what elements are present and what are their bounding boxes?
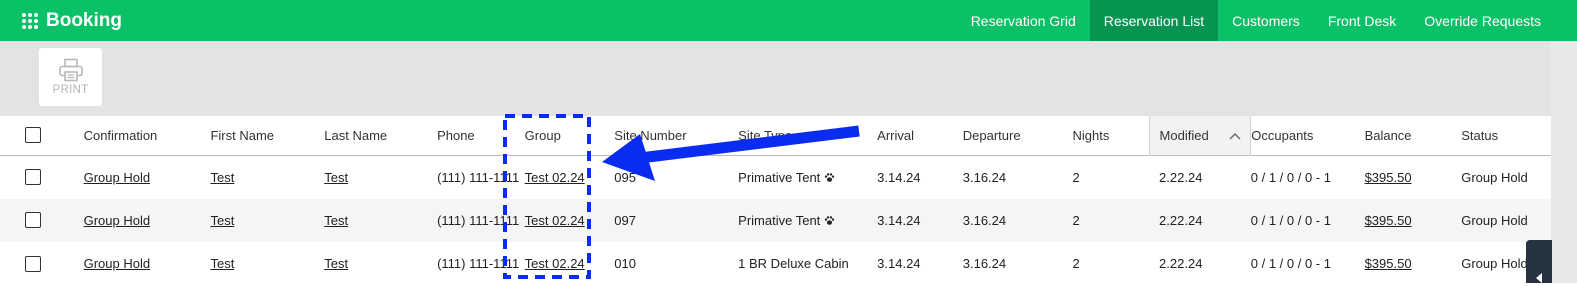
header-modified[interactable]: Modified	[1148, 116, 1252, 155]
modified-cell: 2.22.24	[1159, 169, 1203, 185]
site-type-cell: Primative Tent	[738, 155, 877, 199]
modified-cell: 2.22.24	[1159, 256, 1203, 272]
header-phone[interactable]: Phone	[437, 116, 525, 155]
table-row[interactable]: Group Hold Test Test (111) 111-1111 Test…	[0, 198, 1551, 243]
print-button[interactable]: PRINT	[39, 48, 102, 106]
arrival-cell: 3.14.24	[877, 212, 921, 228]
vertical-scrollbar[interactable]	[1551, 41, 1577, 283]
header-site-type[interactable]: Site Type	[738, 116, 877, 155]
main-nav: Reservation Grid Reservation List Custom…	[957, 0, 1555, 41]
select-all-cell	[0, 116, 84, 155]
last-name-link[interactable]: Test	[324, 256, 348, 271]
row-checkbox[interactable]	[25, 255, 41, 272]
nights-cell: 2	[1072, 256, 1080, 272]
arrival-cell: 3.14.24	[877, 169, 921, 185]
group-link[interactable]: Test 02.24	[525, 213, 585, 228]
phone-cell: (111) 111-1111	[437, 256, 520, 272]
balance-link[interactable]: $395.50	[1365, 170, 1412, 185]
apps-grid-icon[interactable]	[22, 12, 38, 29]
select-all-checkbox[interactable]	[25, 127, 41, 144]
app-title: Booking	[46, 9, 122, 31]
paw-icon	[825, 172, 835, 182]
nav-reservation-grid[interactable]: Reservation Grid	[957, 0, 1090, 41]
confirmation-link[interactable]: Group Hold	[84, 213, 150, 228]
confirmation-link[interactable]: Group Hold	[84, 170, 150, 185]
balance-link[interactable]: $395.50	[1365, 213, 1412, 228]
departure-cell: 3.16.24	[962, 169, 1007, 185]
nights-cell: 2	[1072, 212, 1080, 228]
header-nights[interactable]: Nights	[1073, 116, 1150, 155]
site-type-cell: 1 BR Deluxe Cabin	[738, 242, 877, 286]
confirmation-link[interactable]: Group Hold	[84, 256, 150, 271]
occupants-cell: 0 / 1 / 0 / 0 - 1	[1250, 169, 1331, 185]
row-checkbox[interactable]	[25, 169, 41, 186]
nights-cell: 2	[1072, 169, 1080, 185]
last-name-link[interactable]: Test	[324, 170, 348, 185]
printer-icon	[58, 58, 83, 82]
reservation-table: Confirmation First Name Last Name Phone …	[0, 116, 1551, 286]
nav-override-requests[interactable]: Override Requests	[1410, 0, 1555, 41]
toolbar: PRINT	[0, 41, 1551, 116]
app-brand[interactable]: Booking	[22, 0, 122, 41]
header-arrival[interactable]: Arrival	[877, 116, 963, 155]
occupants-cell: 0 / 1 / 0 / 0 - 1	[1250, 212, 1331, 228]
status-cell: Group Hold	[1461, 212, 1528, 228]
sort-ascending-icon	[1229, 133, 1241, 140]
departure-cell: 3.16.24	[962, 256, 1007, 272]
group-link[interactable]: Test 02.24	[525, 170, 585, 185]
row-checkbox[interactable]	[25, 212, 41, 229]
phone-cell: (111) 111-1111	[437, 169, 520, 185]
header-group[interactable]: Group	[525, 116, 615, 155]
site-number-cell: 095	[614, 169, 636, 185]
site-number-cell: 097	[614, 212, 636, 228]
header-confirmation[interactable]: Confirmation	[84, 116, 211, 155]
row-select-cell	[0, 199, 84, 243]
occupants-cell: 0 / 1 / 0 / 0 - 1	[1250, 256, 1331, 272]
group-link[interactable]: Test 02.24	[525, 256, 585, 271]
arrival-cell: 3.14.24	[877, 256, 921, 272]
nav-front-desk[interactable]: Front Desk	[1314, 0, 1410, 41]
status-cell: Group Hold	[1461, 169, 1528, 185]
site-type-cell: Primative Tent	[738, 199, 877, 243]
first-name-link[interactable]: Test	[210, 170, 234, 185]
paw-icon	[825, 216, 835, 225]
site-number-cell: 010	[614, 256, 636, 272]
header-site-number[interactable]: Site Number	[614, 116, 738, 155]
balance-link[interactable]: $395.50	[1365, 256, 1412, 271]
header-departure[interactable]: Departure	[963, 116, 1073, 155]
first-name-link[interactable]: Test	[210, 256, 234, 271]
departure-cell: 3.16.24	[962, 212, 1007, 228]
print-label: PRINT	[52, 84, 89, 96]
header-modified-label: Modified	[1159, 127, 1209, 143]
header-last-name[interactable]: Last Name	[324, 116, 437, 155]
modified-cell: 2.22.24	[1159, 212, 1203, 228]
site-type-label: Primative Tent	[738, 212, 821, 228]
row-select-cell	[0, 242, 84, 286]
nav-reservation-list[interactable]: Reservation List	[1089, 0, 1219, 41]
collapse-panel-handle[interactable]	[1526, 240, 1552, 283]
table-header-row: Confirmation First Name Last Name Phone …	[0, 116, 1551, 155]
nav-customers[interactable]: Customers	[1218, 0, 1314, 41]
top-nav-bar: Booking Reservation Grid Reservation Lis…	[0, 0, 1577, 41]
phone-cell: (111) 111-1111	[437, 212, 520, 228]
site-type-label: 1 BR Deluxe Cabin	[738, 256, 849, 272]
row-select-cell	[0, 155, 84, 199]
table-row[interactable]: Group Hold Test Test (111) 111-1111 Test…	[0, 242, 1551, 286]
table-row[interactable]: Group Hold Test Test (111) 111-1111 Test…	[0, 155, 1551, 199]
site-type-label: Primative Tent	[738, 169, 821, 185]
header-balance[interactable]: Balance	[1365, 116, 1462, 155]
header-occupants[interactable]: Occupants	[1251, 116, 1365, 155]
first-name-link[interactable]: Test	[210, 213, 234, 228]
last-name-link[interactable]: Test	[324, 213, 348, 228]
header-first-name[interactable]: First Name	[210, 116, 324, 155]
header-status[interactable]: Status	[1461, 116, 1551, 155]
